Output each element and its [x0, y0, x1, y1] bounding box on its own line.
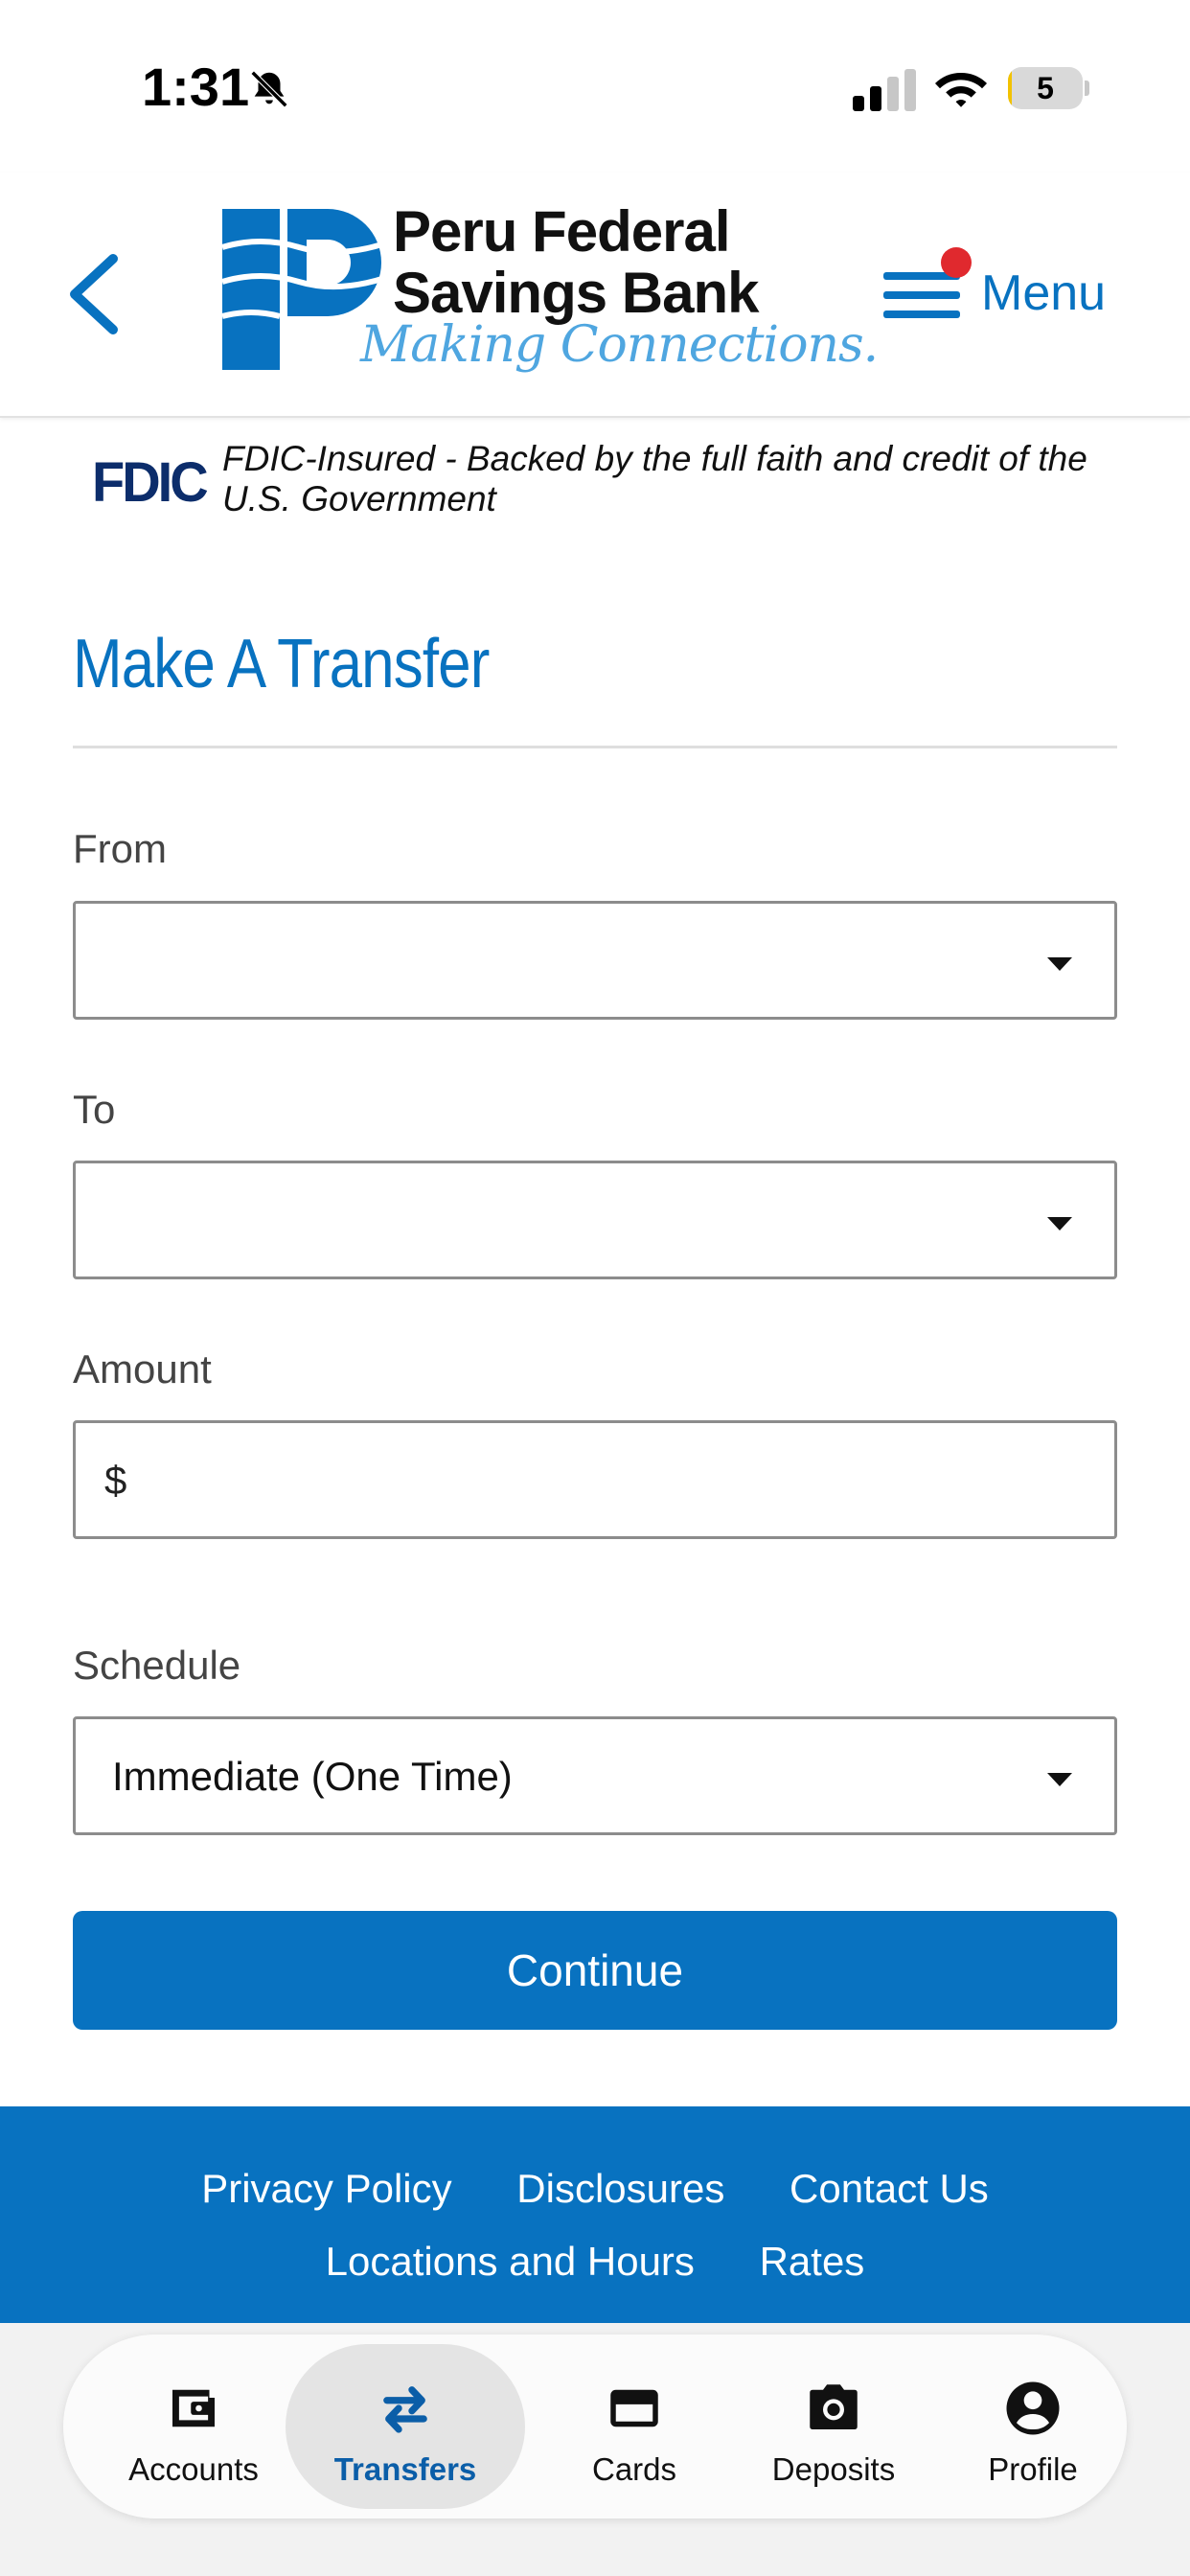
dropdown-arrow-icon — [1047, 957, 1072, 971]
tab-label: Deposits — [771, 2451, 896, 2487]
battery-indicator: 5 — [1008, 67, 1089, 109]
bank-name: Peru Federal Savings Bank — [393, 201, 759, 324]
status-bar: 1:31 5 — [0, 0, 1190, 172]
app-header: Peru Federal Savings Bank Making Connect… — [0, 172, 1190, 418]
dropdown-arrow-icon — [1047, 1773, 1072, 1786]
from-account-select[interactable] — [73, 901, 1117, 1020]
bell-muted-icon — [250, 70, 288, 108]
footer-links-row-2: Locations and Hours Rates — [0, 2239, 1190, 2285]
wallet-icon — [172, 2389, 215, 2427]
bank-tagline: Making Connections. — [360, 316, 879, 374]
schedule-label: Schedule — [73, 1643, 241, 1688]
menu-button[interactable]: Menu — [881, 247, 1169, 343]
footer-links-row-1: Privacy Policy Disclosures Contact Us — [0, 2166, 1190, 2212]
locations-and-hours-link[interactable]: Locations and Hours — [326, 2239, 695, 2285]
to-label: To — [73, 1087, 116, 1132]
status-time: 1:31 — [142, 57, 250, 117]
tab-bar-area: Accounts Transfers Cards Deposits Profil… — [0, 2323, 1190, 2576]
dropdown-arrow-icon — [1047, 1217, 1072, 1230]
tab-label: Profile — [988, 2451, 1078, 2487]
to-account-select[interactable] — [73, 1161, 1117, 1279]
continue-button[interactable]: Continue — [73, 1911, 1117, 2030]
disclosures-link[interactable]: Disclosures — [516, 2166, 724, 2212]
currency-symbol: $ — [104, 1458, 127, 1503]
camera-icon — [810, 2384, 858, 2429]
fdic-logo: FDIC — [92, 449, 209, 514]
tab-cards[interactable]: Cards — [538, 2344, 730, 2509]
transfer-screen: 1:31 5 Peru Federal Savings Bank Making … — [0, 0, 1190, 2576]
amount-field[interactable]: $ — [73, 1420, 1117, 1539]
tab-transfers[interactable]: Transfers — [286, 2344, 525, 2509]
menu-label: Menu — [981, 265, 1107, 321]
rates-link[interactable]: Rates — [760, 2239, 865, 2285]
tab-profile[interactable]: Profile — [937, 2344, 1129, 2509]
cellular-signal-icon — [853, 69, 916, 111]
wifi-icon — [935, 73, 987, 107]
profile-icon — [1006, 2381, 1060, 2435]
bank-name-line2: Savings Bank — [393, 261, 759, 325]
title-divider — [73, 746, 1117, 748]
schedule-select[interactable]: Immediate (One Time) — [73, 1716, 1117, 1835]
credit-card-icon — [610, 2389, 658, 2427]
page-title: Make A Transfer — [73, 626, 490, 702]
amount-label: Amount — [73, 1346, 212, 1392]
tab-deposits[interactable]: Deposits — [738, 2344, 929, 2509]
transfer-arrows-icon — [383, 2386, 427, 2433]
tab-bar: Accounts Transfers Cards Deposits Profil… — [63, 2334, 1127, 2518]
back-button[interactable] — [59, 251, 126, 337]
notification-dot — [941, 247, 972, 278]
tab-label: Cards — [591, 2451, 677, 2487]
privacy-policy-link[interactable]: Privacy Policy — [201, 2166, 451, 2212]
fdic-statement: FDIC-Insured - Backed by the full faith … — [222, 439, 1087, 518]
bank-name-line1: Peru Federal — [393, 199, 730, 264]
tab-accounts[interactable]: Accounts — [98, 2344, 289, 2509]
tab-label: Accounts — [128, 2451, 259, 2487]
battery-level: 5 — [1037, 71, 1054, 105]
schedule-value: Immediate (One Time) — [112, 1754, 513, 1799]
from-label: From — [73, 826, 167, 871]
amount-input[interactable] — [143, 1446, 1082, 1513]
contact-us-link[interactable]: Contact Us — [790, 2166, 989, 2212]
tab-label: Transfers — [333, 2451, 477, 2487]
